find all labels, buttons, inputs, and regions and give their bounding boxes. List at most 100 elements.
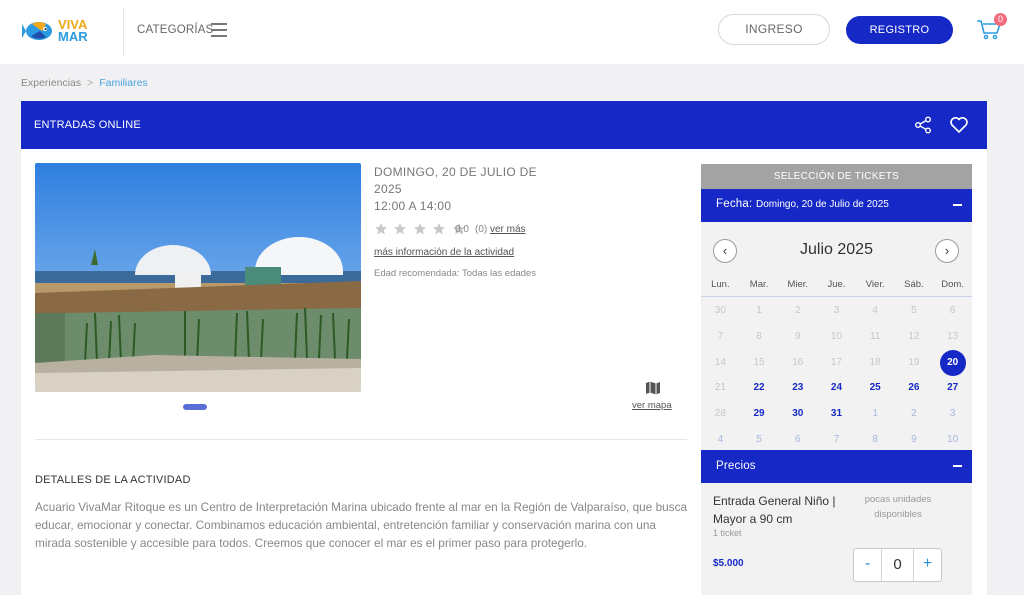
ticket-availability: pocas unidades disponibles [864,494,932,520]
calendar-weekday: Mar. [749,279,769,290]
vivamar-logo[interactable]: VIVA MAR [22,16,94,48]
calendar-day[interactable]: 25 [856,382,895,393]
calendar-weekday: Dom. [941,279,964,290]
calendar-day: 2 [911,408,917,420]
calendar-day[interactable]: 26 [895,382,934,393]
ticket-price: $5.000 [713,558,744,569]
breadcrumb-item-familiares[interactable]: Familiares [99,77,147,89]
event-photo-image [35,163,361,392]
ratings-more-link[interactable]: ver más [490,224,526,235]
prices-label: Precios [716,460,756,472]
calendar-day: 1 [872,408,878,420]
calendar-day: 7 [833,434,840,445]
calendar-day: 19 [908,356,920,368]
calendar-month-title: Julio 2025 [800,241,873,258]
calendar-weekday: Jue. [827,279,846,290]
card-title: ENTRADAS ONLINE [34,119,141,131]
prices-accordion-header[interactable]: Precios [701,450,972,483]
calendar-day: 3 [949,408,956,420]
calendar-day: 18 [869,356,881,368]
categories-menu-label[interactable]: CATEGORÍAS [137,24,214,36]
ticket-quantity-label: 1 ticket [713,528,742,538]
more-info-link[interactable]: más información de la actividad [374,247,514,258]
calendar-day-selected[interactable]: 20 [933,357,972,368]
date-accordion-header[interactable]: Fecha: Domingo, 20 de Julio de 2025 [701,189,972,222]
login-button[interactable]: INGRESO [718,14,830,45]
calendar-day[interactable]: 23 [778,382,817,393]
carousel-indicator[interactable] [183,404,207,410]
map-icon[interactable] [645,380,661,396]
breadcrumb-separator: > [87,77,94,89]
ticket-selection-header: SELECCIÓN DE TICKETS [701,164,972,189]
calendar-day[interactable]: 24 [817,382,856,393]
favorite-heart-icon[interactable] [949,115,969,135]
quantity-value[interactable]: 0 [882,549,913,581]
calendar-day: 15 [753,356,765,368]
logo-line-2: MAR [58,29,88,44]
calendar-day: 9 [794,330,801,342]
calendar-weekday: Sáb. [904,279,924,290]
breadcrumb-item-experiencias[interactable]: Experiencias [21,77,81,89]
hamburger-menu-icon[interactable] [211,23,227,37]
calendar-day: 2 [794,305,801,316]
calendar-day: 6 [949,305,956,316]
event-time: 12:00 A 14:00 [374,199,452,213]
calendar-day: 6 [794,434,801,445]
calendar-day: 3 [833,305,840,316]
share-icon[interactable] [914,116,932,134]
calendar-day[interactable]: 27 [933,382,972,393]
star-icon [413,223,426,235]
card-header: ENTRADAS ONLINE [21,101,987,149]
collapse-minus-icon[interactable] [953,465,962,467]
details-title: DETALLES DE LA ACTIVIDAD [35,474,191,486]
quantity-stepper: - 0 + [853,548,942,582]
cart-count-badge: 0 [994,13,1007,26]
rating-score: 0,0 [455,224,469,235]
calendar-day: 14 [714,356,726,368]
register-button[interactable]: REGISTRO [846,16,953,44]
increase-quantity-button[interactable]: + [913,549,941,581]
calendar-next-button[interactable]: › [935,239,959,263]
collapse-minus-icon[interactable] [953,204,962,206]
calendar-day: 4 [872,305,878,316]
calendar-day: 5 [911,305,917,316]
rating-stars[interactable] [374,222,467,236]
calendar-day: 7 [717,330,724,342]
calendar-day: 13 [947,330,959,342]
star-icon [433,223,446,235]
header-divider [123,8,124,56]
calendar-day: 21 [714,382,726,394]
calendar-day: 8 [756,330,762,342]
calendar-day: 4 [717,434,724,445]
selected-date-value: Domingo, 20 de Julio de 2025 [756,199,889,210]
logo-text: VIVA MAR [58,18,88,44]
calendar-day[interactable]: 31 [817,408,856,419]
section-divider [35,439,687,440]
calendar-day: 10 [947,434,959,445]
rating-count: (0) [475,224,488,235]
site-header: VIVA MAR CATEGORÍAS INGRESO REGISTRO 0 [0,0,1024,64]
calendar-day: 12 [908,330,920,342]
calendar-day: 11 [869,330,881,342]
calendar-day[interactable]: 30 [778,408,817,419]
calendar-day[interactable]: 29 [740,408,779,419]
calendar-day: 8 [872,434,878,445]
breadcrumb: Experiencias > Familiares [21,77,148,89]
calendar-weekday-row: Lun. Mar. Mier. Jue. Vier. Sáb. Dom. [701,277,972,297]
details-description: Acuario VivaMar Ritoque es un Centro de … [35,500,688,550]
calendar-day: 9 [911,434,917,445]
fish-logo-icon [22,22,52,40]
calendar-weekday: Lun. [711,279,730,290]
view-map-link[interactable]: ver mapa [632,400,672,411]
event-photo[interactable] [35,163,361,392]
calendar-day: 28 [714,408,726,420]
calendar-day[interactable]: 22 [740,382,779,393]
decrease-quantity-button[interactable]: - [854,549,882,581]
star-icon [394,223,407,235]
star-icon [375,223,387,235]
calendar-day: 5 [756,434,762,445]
calendar-day: 1 [756,305,762,316]
ticket-item: Entrada General Niño | Mayor a 90 cm poc… [701,483,972,595]
calendar-weekday: Mier. [787,279,809,290]
date-label: Fecha: [716,198,753,210]
